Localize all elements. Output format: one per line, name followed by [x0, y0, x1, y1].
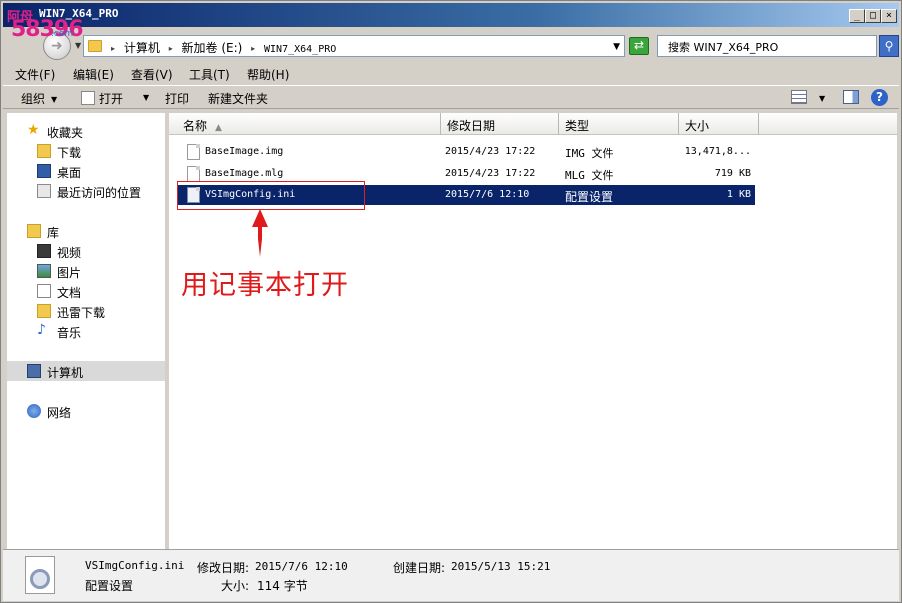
- print-button[interactable]: 打印: [165, 90, 189, 107]
- nav-pictures[interactable]: 图片: [7, 261, 165, 281]
- help-icon[interactable]: ?: [871, 89, 888, 106]
- red-arrow-icon: [252, 209, 268, 257]
- gear-icon: [30, 569, 50, 589]
- watermark-logo: 阿母 58396 .com: [7, 10, 84, 42]
- navigation-pane: ★ 收藏夹 下载 桌面 最近访问的位置 库 视频 图片 文档 迅雷下载 ♪ 音乐…: [7, 113, 167, 549]
- file-icon: [187, 166, 200, 182]
- nav-favorites[interactable]: ★ 收藏夹: [7, 121, 165, 141]
- preview-pane-icon[interactable]: [843, 90, 859, 104]
- menu-view[interactable]: 查看(V): [131, 66, 173, 83]
- view-options-icon[interactable]: [791, 90, 807, 104]
- file-row[interactable]: BaseImage.img 2015/4/23 17:22 IMG 文件 13,…: [177, 142, 755, 162]
- nav-videos[interactable]: 视频: [7, 241, 165, 261]
- nav-thunder-downloads[interactable]: 迅雷下载: [7, 301, 165, 321]
- column-size[interactable]: 大小: [679, 113, 759, 135]
- file-icon: [187, 144, 200, 160]
- caret-down-icon: ▼: [51, 95, 58, 104]
- menu-bar: 文件(F) 编辑(E) 查看(V) 工具(T) 帮助(H): [3, 63, 899, 85]
- recent-places-icon: [37, 184, 51, 198]
- library-icon: [27, 224, 41, 238]
- detail-size-value: 114 字节: [257, 579, 308, 593]
- address-dropdown-icon[interactable]: ▼: [613, 42, 620, 52]
- nav-network[interactable]: 网络: [7, 401, 165, 421]
- detail-type: 配置设置: [85, 579, 134, 593]
- detail-created-label: 创建日期:: [393, 561, 446, 575]
- column-type[interactable]: 类型: [559, 113, 679, 135]
- title-bar[interactable]: WIN7_X64_PRO _ □ ×: [3, 3, 899, 27]
- menu-file[interactable]: 文件(F): [15, 66, 55, 83]
- nav-recent-places[interactable]: 最近访问的位置: [7, 181, 165, 201]
- documents-icon: [37, 284, 51, 298]
- caret-down-icon[interactable]: ▼: [819, 94, 825, 103]
- star-icon: ★: [27, 122, 40, 138]
- desktop-icon: [37, 164, 51, 178]
- open-button[interactable]: 打开: [81, 90, 123, 107]
- column-name[interactable]: 名称 ▲: [177, 113, 441, 135]
- nav-desktop[interactable]: 桌面: [7, 161, 165, 181]
- computer-icon: [27, 364, 41, 378]
- history-dropdown-icon[interactable]: ▼: [75, 41, 81, 50]
- network-icon: [27, 404, 41, 418]
- detail-created-value: 2015/5/13 15:21: [451, 560, 551, 573]
- nav-documents[interactable]: 文档: [7, 281, 165, 301]
- organize-button[interactable]: 组织 ▼: [21, 90, 57, 107]
- maximize-button[interactable]: □: [865, 9, 881, 23]
- video-icon: [37, 244, 51, 258]
- nav-computer[interactable]: 计算机: [7, 361, 165, 381]
- search-button[interactable]: ⚲: [879, 35, 899, 57]
- details-pane: VSImgConfig.ini 修改日期: 2015/7/6 12:10 创建日…: [3, 549, 899, 601]
- open-icon: [81, 91, 95, 105]
- detail-filename: VSImgConfig.ini: [85, 559, 185, 572]
- detail-size-label: 大小:: [221, 579, 250, 593]
- detail-modified-value: 2015/7/6 12:10: [255, 560, 348, 573]
- breadcrumb-drive[interactable]: 新加卷 (E:): [182, 41, 243, 55]
- close-button[interactable]: ×: [881, 9, 897, 23]
- explorer-window: WIN7_X64_PRO _ □ × 阿母 58396 .com ➜ ▼ ▸ 计…: [0, 0, 902, 603]
- annotation-text: 用记事本打开: [181, 270, 349, 301]
- command-bar: 组织 ▼ 打开 ▼ 打印 新建文件夹 ▼ ?: [3, 85, 899, 109]
- menu-help[interactable]: 帮助(H): [247, 66, 289, 83]
- nav-music[interactable]: ♪ 音乐: [7, 321, 165, 341]
- breadcrumb: ▸ 计算机 ▸ 新加卷 (E:) ▸ WIN7_X64_PRO: [106, 39, 336, 56]
- search-icon: ⚲: [884, 39, 894, 53]
- column-header: 名称 ▲ 修改日期 类型 大小: [169, 113, 897, 135]
- chevron-right-icon[interactable]: ▸: [251, 44, 255, 53]
- chevron-right-icon[interactable]: ▸: [169, 44, 173, 53]
- address-bar[interactable]: ▸ 计算机 ▸ 新加卷 (E:) ▸ WIN7_X64_PRO ▼: [83, 35, 625, 57]
- new-folder-button[interactable]: 新建文件夹: [208, 90, 268, 107]
- search-input[interactable]: 搜索 WIN7_X64_PRO: [657, 35, 877, 57]
- search-placeholder: 搜索 WIN7_X64_PRO: [668, 41, 779, 54]
- column-modified[interactable]: 修改日期: [441, 113, 559, 135]
- sort-up-icon: ▲: [215, 123, 222, 133]
- breadcrumb-computer[interactable]: 计算机: [124, 41, 160, 55]
- highlight-box: [177, 181, 365, 210]
- breadcrumb-folder[interactable]: WIN7_X64_PRO: [264, 44, 336, 55]
- address-row: ➜ ▼ ▸ 计算机 ▸ 新加卷 (E:) ▸ WIN7_X64_PRO ▼ ⇄ …: [3, 29, 899, 63]
- nav-downloads[interactable]: 下载: [7, 141, 165, 161]
- file-list: 名称 ▲ 修改日期 类型 大小 BaseImage.img 2015/4/23 1…: [169, 113, 897, 549]
- thunder-folder-icon: [37, 304, 51, 318]
- music-icon: ♪: [37, 322, 46, 338]
- menu-edit[interactable]: 编辑(E): [73, 66, 114, 83]
- folder-icon: [88, 40, 102, 52]
- caret-down-icon: ▼: [143, 93, 150, 102]
- pictures-icon: [37, 264, 51, 278]
- menu-tools[interactable]: 工具(T): [189, 66, 230, 83]
- minimize-button[interactable]: _: [849, 9, 865, 23]
- chevron-right-icon[interactable]: ▸: [111, 44, 115, 53]
- detail-modified-label: 修改日期:: [197, 561, 250, 575]
- downloads-folder-icon: [37, 144, 51, 158]
- config-file-icon: [25, 556, 55, 594]
- refresh-button[interactable]: ⇄: [629, 37, 649, 55]
- nav-libraries[interactable]: 库: [7, 221, 165, 241]
- open-options-button[interactable]: ▼: [137, 90, 149, 104]
